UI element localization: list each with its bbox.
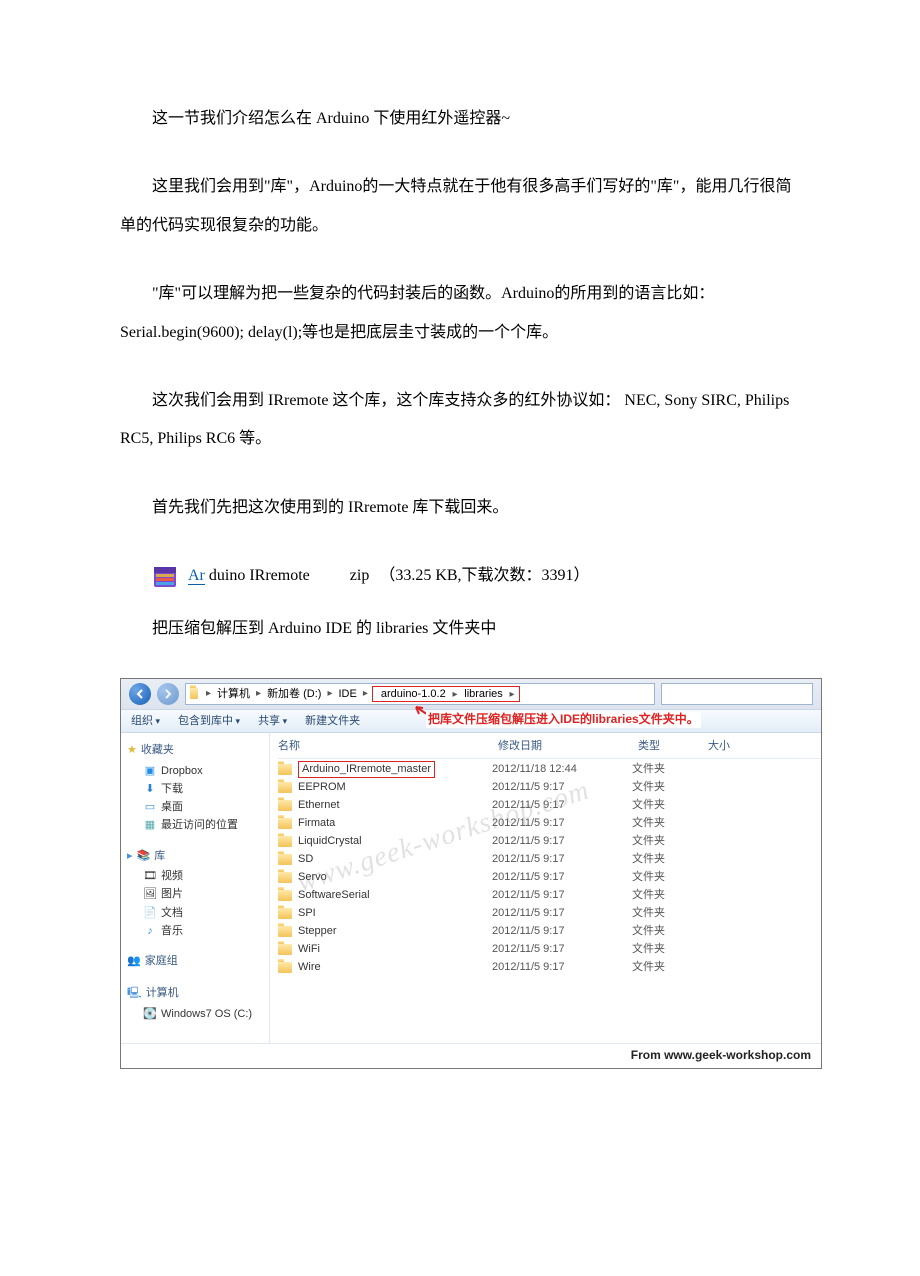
- sidebar-item-dropbox[interactable]: ▣Dropbox: [125, 762, 265, 780]
- table-row[interactable]: SPI2012/11/5 9:17文件夹: [278, 905, 821, 923]
- download-meta: （33.25 KB,下载次数：3391）: [379, 557, 589, 595]
- crumb-highlighted: arduino-1.0.2 ▸ libraries ▸: [372, 686, 520, 702]
- table-row[interactable]: Firmata2012/11/5 9:17文件夹: [278, 815, 821, 833]
- link-rest: duino IRremote: [209, 567, 310, 584]
- table-row[interactable]: Wire2012/11/5 9:17文件夹: [278, 959, 821, 977]
- table-row[interactable]: SoftwareSerial2012/11/5 9:17文件夹: [278, 887, 821, 905]
- table-row[interactable]: Ethernet2012/11/5 9:17文件夹: [278, 797, 821, 815]
- nav-forward-button[interactable]: [157, 683, 179, 705]
- folder-icon: [190, 687, 204, 701]
- explorer-footer-credit: From www.geek-workshop.com: [121, 1043, 821, 1068]
- paragraph-extract: 把压缩包解压到 Arduino IDE 的 libraries 文件夹中: [120, 610, 800, 648]
- explorer-toolbar: 组织 包含到库中 共享 新建文件夹 把库文件压缩包解压进入IDE的librari…: [121, 709, 821, 733]
- table-row[interactable]: Stepper2012/11/5 9:17文件夹: [278, 923, 821, 941]
- explorer-window: ▸ 计算机▸ 新加卷 (D:)▸ IDE▸ arduino-1.0.2 ▸ li…: [120, 678, 822, 1069]
- folder-icon: [278, 872, 292, 883]
- table-row[interactable]: WiFi2012/11/5 9:17文件夹: [278, 941, 821, 959]
- explorer-sidebar: ★收藏夹 ▣Dropbox ⬇下载 ▭桌面 ▦最近访问的位置 ▸📚库 🎞视频 🖼…: [121, 733, 270, 1043]
- callout-text: 把库文件压缩包解压进入IDE的libraries文件夹中。: [426, 712, 701, 728]
- sidebar-item-recent[interactable]: ▦最近访问的位置: [125, 816, 265, 834]
- download-line: Arduino IRremote zip （33.25 KB,下载次数：3391…: [152, 557, 800, 595]
- folder-icon: [278, 836, 292, 847]
- link-underlined-part: Ar: [188, 567, 205, 585]
- sidebar-item-downloads[interactable]: ⬇下载: [125, 780, 265, 798]
- document-page: 这一节我们介绍怎么在 Arduino 下使用红外遥控器~ 这里我们会用到"库"，…: [0, 0, 920, 1129]
- table-row[interactable]: Servo2012/11/5 9:17文件夹: [278, 869, 821, 887]
- paragraph-irremote-intro: 这次我们会用到 IRremote 这个库，这个库支持众多的红外协议如： NEC,…: [120, 382, 800, 459]
- table-row[interactable]: LiquidCrystal2012/11/5 9:17文件夹: [278, 833, 821, 851]
- sidebar-item-pictures[interactable]: 🖼图片: [125, 885, 265, 903]
- sidebar-item-osdrive[interactable]: 💽Windows7 OS (C:): [125, 1005, 265, 1023]
- sidebar-item-desktop[interactable]: ▭桌面: [125, 798, 265, 816]
- folder-icon: [278, 962, 292, 973]
- explorer-address-bar: ▸ 计算机▸ 新加卷 (D:)▸ IDE▸ arduino-1.0.2 ▸ li…: [121, 679, 821, 709]
- sidebar-item-documents[interactable]: 📄文档: [125, 904, 265, 922]
- paragraph-download-intro: 首先我们先把这次使用到的 IRremote 库下载回来。: [120, 489, 800, 527]
- crumb-arduino[interactable]: arduino-1.0.2: [377, 688, 450, 700]
- crumb-libraries[interactable]: libraries: [460, 688, 507, 700]
- toolbar-share[interactable]: 共享: [258, 714, 287, 728]
- folder-icon: [278, 782, 292, 793]
- file-rows: Arduino_IRremote_master2012/11/18 12:44文…: [278, 759, 821, 977]
- table-row[interactable]: Arduino_IRremote_master2012/11/18 12:44文…: [278, 761, 821, 779]
- crumb-ide[interactable]: IDE: [334, 687, 360, 701]
- sidebar-item-music[interactable]: ♪音乐: [125, 922, 265, 940]
- toolbar-include[interactable]: 包含到库中: [178, 714, 240, 728]
- download-link[interactable]: Arduino IRremote: [188, 557, 310, 595]
- col-header-name[interactable]: 名称: [278, 739, 498, 753]
- toolbar-newfolder[interactable]: 新建文件夹: [305, 714, 360, 728]
- download-ext: zip: [350, 557, 370, 595]
- explorer-body: ★收藏夹 ▣Dropbox ⬇下载 ▭桌面 ▦最近访问的位置 ▸📚库 🎞视频 🖼…: [121, 733, 821, 1043]
- paragraph-library-intro: 这里我们会用到"库"，Arduino的一大特点就在于他有很多高手们写好的"库"，…: [120, 168, 800, 245]
- crumb-computer[interactable]: 计算机: [213, 687, 254, 701]
- col-header-type[interactable]: 类型: [638, 739, 708, 753]
- sidebar-favorites-header[interactable]: ★收藏夹: [125, 739, 265, 761]
- paragraph-intro: 这一节我们介绍怎么在 Arduino 下使用红外遥控器~: [120, 100, 800, 138]
- folder-icon: [278, 764, 292, 775]
- sidebar-libraries-header[interactable]: ▸📚库: [125, 845, 265, 867]
- sidebar-item-videos[interactable]: 🎞视频: [125, 867, 265, 885]
- table-row[interactable]: EEPROM2012/11/5 9:17文件夹: [278, 779, 821, 797]
- folder-icon: [278, 854, 292, 865]
- table-row[interactable]: SD2012/11/5 9:17文件夹: [278, 851, 821, 869]
- column-headers: 名称 修改日期 类型 大小: [278, 737, 821, 758]
- folder-icon: [278, 926, 292, 937]
- folder-icon: [278, 890, 292, 901]
- nav-back-button[interactable]: [129, 683, 151, 705]
- paragraph-library-explain: "库"可以理解为把一些复杂的代码封装后的函数。Arduino的所用到的语言比如：…: [120, 275, 800, 352]
- folder-icon: [278, 818, 292, 829]
- crumb-drive[interactable]: 新加卷 (D:): [263, 687, 325, 701]
- col-header-size[interactable]: 大小: [708, 739, 758, 753]
- archive-icon: [152, 563, 180, 589]
- explorer-file-pane: 名称 修改日期 类型 大小 Arduino_IRremote_master201…: [270, 733, 821, 1043]
- sidebar-homegroup-header[interactable]: 👥家庭组: [125, 950, 265, 972]
- search-input[interactable]: [661, 683, 813, 705]
- folder-icon: [278, 944, 292, 955]
- folder-icon: [278, 800, 292, 811]
- col-header-date[interactable]: 修改日期: [498, 739, 638, 753]
- toolbar-organize[interactable]: 组织: [131, 714, 160, 728]
- sidebar-computer-header[interactable]: 🖳计算机: [125, 982, 265, 1004]
- folder-icon: [278, 908, 292, 919]
